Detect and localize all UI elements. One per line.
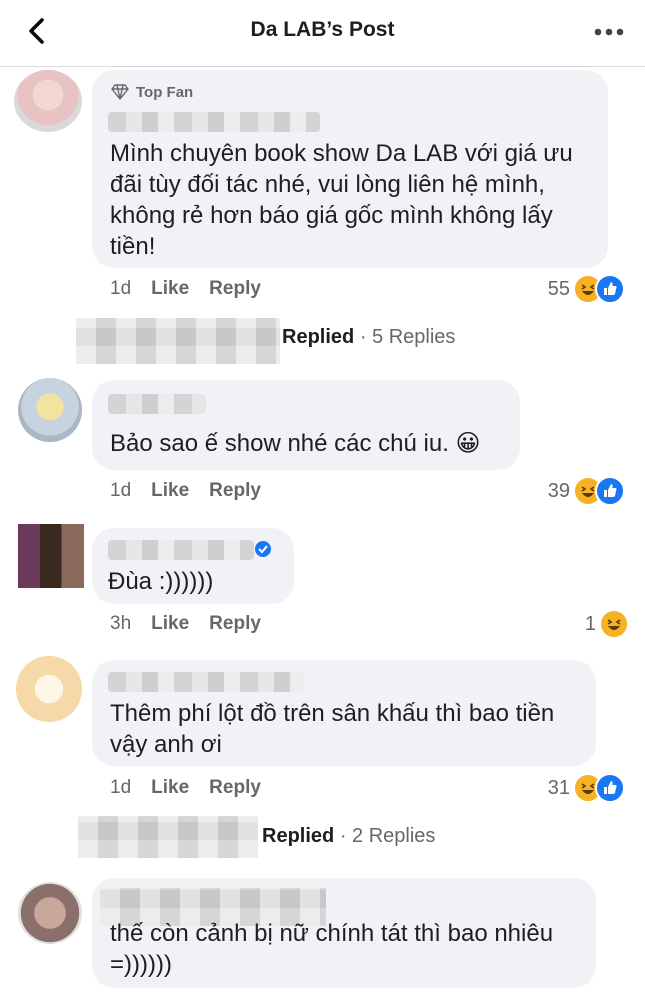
commenter-name[interactable] — [108, 394, 206, 414]
reaction-count[interactable]: 39 — [530, 480, 570, 503]
replier-avatar-blurred[interactable] — [78, 816, 258, 858]
comment-actions: 1d Like Reply — [110, 480, 261, 502]
reply-button[interactable]: Reply — [209, 480, 261, 501]
reply-button[interactable]: Reply — [209, 613, 261, 634]
verified-badge-icon — [255, 541, 271, 557]
timestamp: 1d — [110, 480, 132, 501]
view-replies-link[interactable]: Replied · 5 Replies — [282, 326, 455, 349]
diamond-icon — [111, 84, 129, 100]
reply-button[interactable]: Reply — [209, 777, 261, 798]
commenter-name[interactable] — [108, 540, 254, 560]
comment-actions: 1d Like Reply — [110, 777, 261, 799]
replier-avatar-blurred[interactable] — [76, 318, 280, 364]
like-button[interactable]: Like — [151, 480, 189, 501]
reply-button[interactable]: Reply — [209, 278, 261, 299]
reaction-icons[interactable] — [573, 476, 629, 506]
avatar[interactable] — [18, 882, 82, 944]
timestamp: 3h — [110, 613, 132, 634]
view-replies-link[interactable]: Replied · 2 Replies — [262, 825, 435, 848]
avatar[interactable] — [16, 656, 82, 722]
reaction-count[interactable]: 31 — [530, 777, 570, 800]
like-button[interactable]: Like — [151, 777, 189, 798]
top-bar: Da LAB’s Post — [0, 0, 645, 67]
top-fan-badge: Top Fan — [136, 84, 194, 101]
like-reaction-icon — [595, 476, 625, 506]
like-button[interactable]: Like — [151, 613, 189, 634]
more-dots-icon[interactable] — [591, 20, 627, 44]
timestamp: 1d — [110, 777, 132, 798]
commenter-name[interactable] — [108, 112, 320, 132]
reaction-count[interactable]: 1 — [560, 613, 596, 636]
comment-actions: 3h Like Reply — [110, 613, 261, 635]
commenter-name[interactable] — [108, 672, 304, 692]
page-title: Da LAB’s Post — [250, 18, 395, 41]
comment-text: Bảo sao ế show nhé các chú iu. 😀 — [110, 430, 481, 457]
reaction-icons[interactable] — [599, 609, 629, 639]
like-reaction-icon — [595, 274, 625, 304]
reaction-icons[interactable] — [573, 773, 629, 803]
avatar[interactable] — [14, 70, 82, 132]
comment-actions: 1d Like Reply — [110, 278, 261, 300]
avatar[interactable] — [18, 524, 84, 588]
comment-text: thế còn cảnh bị nữ chính tát thì bao nhi… — [110, 920, 554, 978]
timestamp: 1d — [110, 278, 132, 299]
haha-reaction-icon — [599, 609, 629, 639]
avatar[interactable] — [18, 378, 82, 442]
like-button[interactable]: Like — [151, 278, 189, 299]
comment-text: Thêm phí lột đồ trên sân khấu thì bao ti… — [110, 700, 555, 758]
reaction-count[interactable]: 55 — [530, 278, 570, 301]
comment-text: Mình chuyên book show Da LAB với giá ưu đ… — [110, 140, 573, 260]
like-reaction-icon — [595, 773, 625, 803]
reaction-icons[interactable] — [573, 274, 629, 304]
comment-text: Đùa :)))))) — [108, 568, 214, 595]
